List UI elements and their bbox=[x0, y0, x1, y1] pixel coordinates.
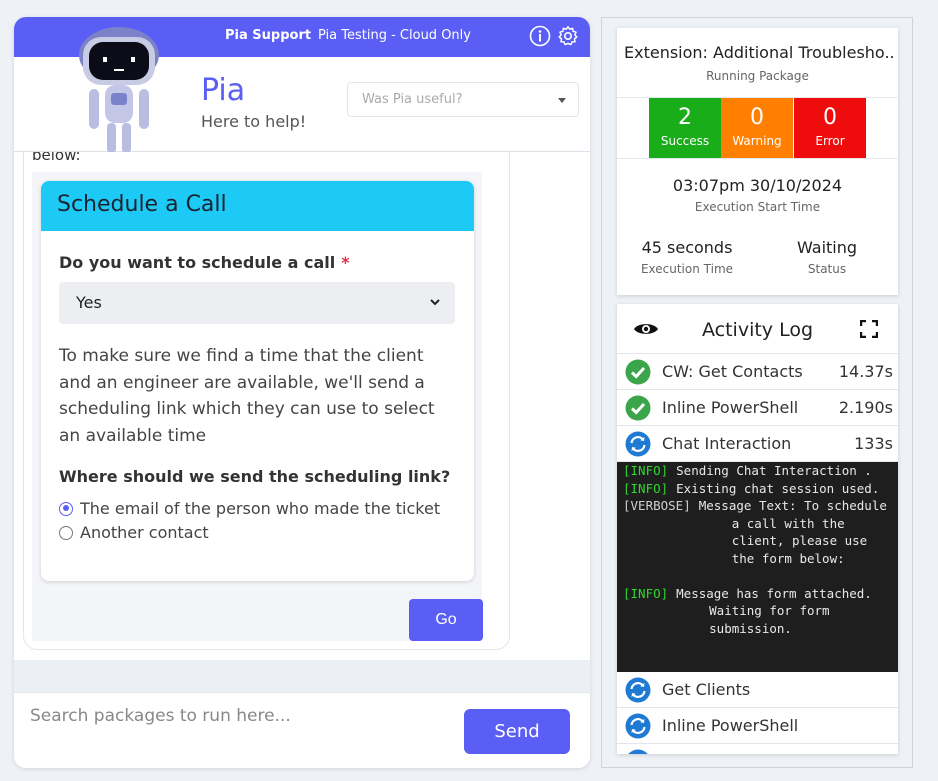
check-circle-icon bbox=[625, 359, 651, 385]
info-icon[interactable] bbox=[529, 25, 551, 47]
search-input[interactable] bbox=[30, 703, 450, 729]
success-count-badge: 2 Success bbox=[649, 98, 721, 158]
execution-time: 45 seconds bbox=[641, 238, 733, 257]
schedule-call-form: Schedule a Call Do you want to schedule … bbox=[41, 181, 474, 581]
log-item[interactable]: CW: Get Contacts 14.37s bbox=[617, 354, 898, 390]
question-schedule-call: Do you want to schedule a call * bbox=[59, 253, 350, 272]
assistant-tagline: Here to help! bbox=[201, 112, 307, 131]
form-description: To make sure we find a time that the cli… bbox=[59, 346, 435, 446]
console-line: [INFO] Existing chat session used. bbox=[623, 480, 892, 498]
divider bbox=[617, 158, 898, 159]
schedule-call-select[interactable]: Yes bbox=[59, 282, 455, 324]
pia-robot-avatar bbox=[79, 27, 159, 153]
error-label: Error bbox=[815, 134, 845, 148]
select-value: Yes bbox=[76, 293, 102, 312]
required-marker: * bbox=[341, 253, 350, 272]
radio-label: Another contact bbox=[80, 523, 209, 542]
activity-log-header: Activity Log bbox=[617, 304, 898, 354]
composer-divider bbox=[14, 660, 590, 692]
feedback-placeholder: Was Pia useful? bbox=[362, 92, 463, 107]
log-item-name: CW: Get Contacts bbox=[662, 362, 803, 381]
sync-icon bbox=[625, 713, 651, 739]
message-text-fragment: below: bbox=[32, 152, 81, 164]
activity-log-title: Activity Log bbox=[701, 319, 814, 341]
package-status: Waiting bbox=[796, 238, 858, 257]
sync-icon bbox=[628, 749, 648, 754]
console-tag: [INFO] bbox=[623, 463, 669, 478]
log-item-time: 14.37s bbox=[838, 362, 893, 381]
composer: Send bbox=[14, 692, 590, 768]
console-message: Message Text: To schedule a call with th… bbox=[698, 498, 895, 566]
log-item-name: Inline PowerShell bbox=[662, 716, 799, 735]
console-message: Existing chat session used. bbox=[676, 480, 880, 496]
console-line bbox=[623, 567, 892, 585]
chat-panel: Pia Support Pia Testing - Cloud Only Pia… bbox=[14, 17, 590, 768]
tenant-label: Pia Testing - Cloud Only bbox=[318, 28, 471, 43]
chat-header: Pia Here to help! Was Pia useful? bbox=[14, 27, 590, 153]
log-item-time: 133s bbox=[854, 434, 893, 453]
console-message: Message has form attached. Waiting for f… bbox=[676, 585, 880, 636]
chevron-down-icon bbox=[430, 299, 440, 306]
sync-icon bbox=[625, 677, 651, 703]
package-status-label: Status bbox=[807, 262, 847, 276]
warning-label: Warning bbox=[732, 134, 782, 148]
sync-icon bbox=[625, 431, 651, 457]
console-tag: [VERBOSE] bbox=[623, 498, 691, 513]
question-link-destination: Where should we send the scheduling link… bbox=[59, 467, 451, 486]
console-message: Sending Chat Interaction . bbox=[676, 463, 872, 478]
brand-label: Pia Support bbox=[225, 28, 312, 43]
question-label: Do you want to schedule a call bbox=[59, 253, 336, 272]
feedback-dropdown[interactable]: Was Pia useful? bbox=[347, 82, 579, 117]
success-label: Success bbox=[660, 134, 710, 148]
running-package-card: Extension: Additional Troublesho... Runn… bbox=[617, 28, 898, 295]
console-line: [VERBOSE] Message Text: To schedule a ca… bbox=[623, 497, 892, 567]
console-tag: [INFO] bbox=[623, 480, 669, 496]
form-title: Schedule a Call bbox=[41, 181, 474, 231]
execution-start-time-label: Execution Start Time bbox=[694, 200, 821, 214]
gear-icon[interactable] bbox=[557, 25, 579, 47]
console-message bbox=[656, 567, 892, 585]
package-subtitle: Running Package bbox=[706, 69, 809, 83]
send-button[interactable]: Send bbox=[464, 709, 570, 754]
error-count: 0 bbox=[823, 105, 837, 130]
log-item[interactable]: Inline PowerShell 2.190s bbox=[617, 390, 898, 426]
log-console[interactable]: [INFO] Sending Chat Interaction . [INFO]… bbox=[617, 462, 898, 672]
log-item-time: 2.190s bbox=[838, 398, 893, 417]
chat-messages[interactable]: below: Schedule a Call Do you want to sc… bbox=[14, 152, 590, 660]
assistant-name: Pia bbox=[201, 73, 246, 108]
radio-unselected[interactable] bbox=[59, 525, 73, 540]
radio-option-another-contact[interactable]: Another contact bbox=[59, 523, 209, 542]
check-circle-icon bbox=[625, 395, 651, 421]
caret-down-icon bbox=[558, 98, 566, 103]
console-tag: [INFO] bbox=[623, 585, 669, 601]
warning-count-badge: 0 Warning bbox=[721, 98, 793, 158]
execution-time-label: Execution Time bbox=[640, 262, 734, 276]
log-item[interactable]: Chat Interaction 133s bbox=[617, 426, 898, 462]
radio-selected[interactable] bbox=[59, 501, 73, 516]
package-title: Extension: Additional Troublesho... bbox=[624, 43, 894, 62]
log-item-name: Chat Interaction bbox=[662, 434, 792, 453]
log-item-name: Get Clients bbox=[662, 680, 751, 699]
radio-option-ticket-email[interactable]: The email of the person who made the tic… bbox=[59, 499, 440, 518]
warning-count: 0 bbox=[750, 105, 764, 130]
right-sidebar: Extension: Additional Troublesho... Runn… bbox=[601, 17, 913, 768]
execution-start-time: 03:07pm 30/10/2024 bbox=[672, 176, 843, 195]
log-item[interactable]: Get Clients bbox=[617, 672, 898, 708]
go-button[interactable]: Go bbox=[409, 599, 483, 641]
fullscreen-icon[interactable] bbox=[860, 320, 878, 338]
log-item-name: Inline PowerShell bbox=[662, 398, 799, 417]
radio-label: The email of the person who made the tic… bbox=[80, 499, 441, 518]
error-count-badge: 0 Error bbox=[794, 98, 866, 158]
log-item[interactable]: Inline PowerShell bbox=[617, 708, 898, 744]
log-item[interactable] bbox=[617, 744, 898, 754]
success-count: 2 bbox=[678, 105, 692, 130]
console-line: [INFO] Message has form attached. Waitin… bbox=[623, 585, 892, 638]
activity-log-card: Activity Log CW: Get Contacts 14.37s Inl… bbox=[617, 304, 898, 754]
console-line: [INFO] Sending Chat Interaction . bbox=[623, 462, 892, 480]
